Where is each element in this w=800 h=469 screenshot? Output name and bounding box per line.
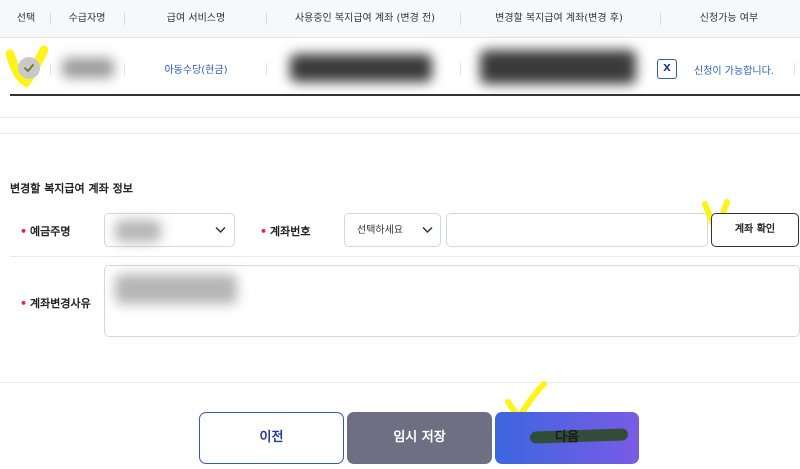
cell-separator xyxy=(124,63,125,75)
required-marker: • xyxy=(260,225,268,238)
account-holder-label-text: 예금주명 xyxy=(30,225,71,238)
table-header: 선택 수급자명 급여 서비스명 사용중인 복지급여 계좌 (변경 전) 변경할 … xyxy=(0,0,800,38)
header-recipient: 수급자명 xyxy=(68,13,106,24)
section-divider xyxy=(0,133,800,134)
next-button-label: 다음 xyxy=(555,430,579,445)
reason-redacted xyxy=(115,274,237,304)
section-divider xyxy=(0,117,800,118)
reason-label: • 계좌변경사유 xyxy=(20,295,91,311)
header-account-after: 변경할 복지급여 계좌(변경 후) xyxy=(495,13,623,24)
header-account-before: 사용중인 복지급여 계좌 (변경 전) xyxy=(294,13,436,24)
header-separator xyxy=(50,13,51,25)
account-holder-redacted xyxy=(115,220,161,242)
account-holder-label: • 예금주명 xyxy=(20,223,71,239)
remove-button[interactable]: X xyxy=(657,59,677,79)
reason-label-text: 계좌변경사유 xyxy=(30,297,91,310)
table-bottom-border xyxy=(10,94,800,96)
cell-separator xyxy=(50,63,51,75)
account-number-label-text: 계좌번호 xyxy=(270,225,311,238)
bank-select[interactable]: 선택하세요 xyxy=(344,213,441,247)
header-availability: 신청가능 여부 xyxy=(699,13,759,24)
prev-button[interactable]: 이전 xyxy=(199,412,344,464)
cell-separator xyxy=(266,63,267,75)
account-before-redacted xyxy=(290,54,432,82)
section-title: 변경할 복지급여 계좌 정보 xyxy=(10,182,133,195)
check-icon xyxy=(24,64,34,72)
header-service: 급여 서비스명 xyxy=(166,13,226,24)
header-separator xyxy=(660,13,661,25)
section-divider xyxy=(0,382,800,383)
cell-separator xyxy=(460,63,461,75)
header-select: 선택 xyxy=(16,13,36,24)
header-separator xyxy=(460,13,461,25)
account-confirm-label: 계좌 확인 xyxy=(734,224,776,235)
form-row-divider xyxy=(10,256,800,257)
account-after-redacted xyxy=(480,50,636,84)
cell-separator xyxy=(794,63,795,75)
row-select-checkbox[interactable] xyxy=(18,57,40,79)
required-marker: • xyxy=(20,297,28,310)
required-marker: • xyxy=(20,225,28,238)
bank-select-value: 선택하세요 xyxy=(357,225,403,236)
header-separator xyxy=(266,13,267,25)
service-name: 아동수당(현금) xyxy=(164,65,228,76)
account-holder-select[interactable] xyxy=(104,213,235,247)
account-number-input[interactable] xyxy=(446,213,708,247)
availability-status: 신청이 가능합니다. xyxy=(694,66,774,77)
recipient-name-redacted xyxy=(62,58,114,78)
reason-textarea[interactable] xyxy=(104,265,800,337)
chevron-down-icon xyxy=(215,226,226,234)
temp-save-button[interactable]: 임시 저장 xyxy=(347,412,492,464)
account-number-label: • 계좌번호 xyxy=(260,223,311,239)
chevron-down-icon xyxy=(422,226,433,234)
header-separator xyxy=(124,13,125,25)
account-confirm-button[interactable]: 계좌 확인 xyxy=(711,213,799,247)
